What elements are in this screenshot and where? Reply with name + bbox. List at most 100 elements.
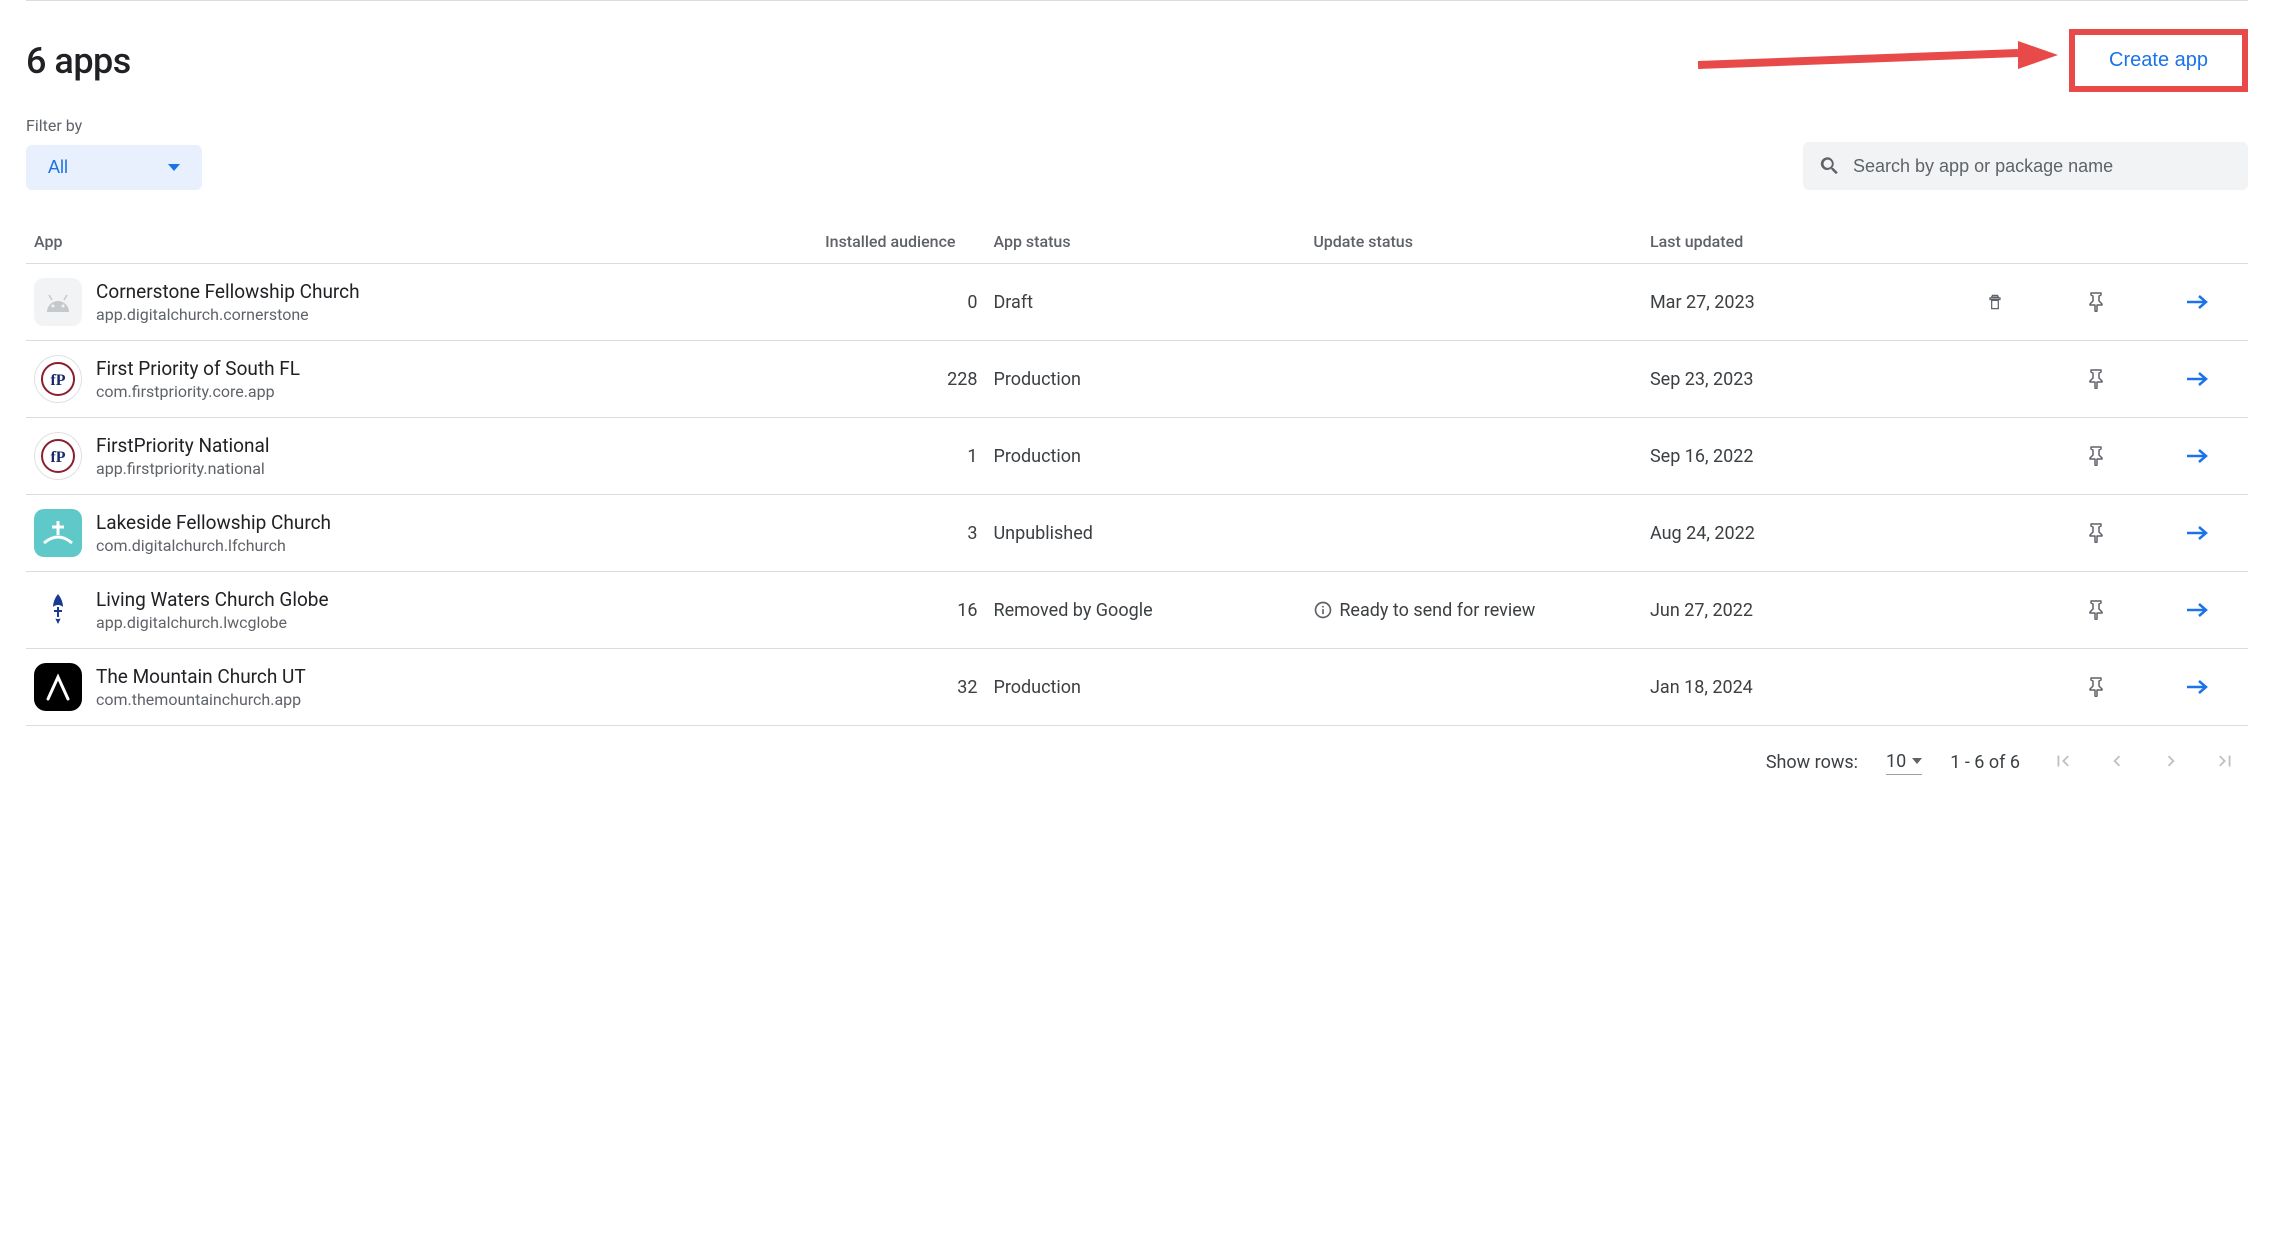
svg-text:fP: fP — [50, 449, 65, 466]
update-status-cell: Ready to send for review — [1305, 572, 1642, 649]
app-name: Lakeside Fellowship Church — [96, 511, 331, 534]
svg-text:fP: fP — [50, 372, 65, 389]
open-app-button[interactable] — [2179, 595, 2215, 625]
pin-button[interactable] — [2081, 671, 2111, 703]
update-status-cell — [1305, 649, 1642, 726]
pin-icon — [2087, 677, 2105, 697]
app-icon — [34, 278, 82, 326]
next-page-button[interactable] — [2156, 746, 2186, 779]
update-status-cell — [1305, 418, 1642, 495]
search-box[interactable] — [1803, 142, 2248, 190]
app-package: app.digitalchurch.lwcglobe — [96, 613, 329, 632]
installed-audience: 32 — [699, 649, 985, 726]
installed-audience: 0 — [699, 264, 985, 341]
app-icon: fP — [34, 432, 82, 480]
pin-button[interactable] — [2081, 517, 2111, 549]
col-header-update: Update status — [1305, 220, 1642, 264]
prev-page-button[interactable] — [2102, 746, 2132, 779]
open-app-button[interactable] — [2179, 287, 2215, 317]
open-app-button[interactable] — [2179, 518, 2215, 548]
app-status: Unpublished — [985, 495, 1305, 572]
last-updated: Jun 27, 2022 — [1642, 572, 1945, 649]
filter-search-row: Filter by All — [26, 116, 2248, 190]
filter-block: Filter by All — [26, 116, 202, 190]
chevron-left-icon — [2106, 750, 2128, 772]
last-updated: Mar 27, 2023 — [1642, 264, 1945, 341]
last-updated: Sep 16, 2022 — [1642, 418, 1945, 495]
col-header-app: App — [26, 220, 699, 264]
pin-icon — [2087, 446, 2105, 466]
app-name: The Mountain Church UT — [96, 665, 306, 688]
pin-icon — [2087, 600, 2105, 620]
arrow-right-icon — [2185, 678, 2209, 696]
app-package: app.firstpriority.national — [96, 459, 269, 478]
app-status: Removed by Google — [985, 572, 1305, 649]
last-page-icon — [2214, 750, 2236, 772]
app-package: com.firstpriority.core.app — [96, 382, 300, 401]
first-page-button[interactable] — [2048, 746, 2078, 779]
app-icon: fP — [34, 355, 82, 403]
arrow-right-icon — [2185, 293, 2209, 311]
col-header-status: App status — [985, 220, 1305, 264]
create-app-button[interactable]: Create app — [2069, 29, 2248, 92]
info-icon — [1313, 600, 1333, 620]
app-package: com.themountainchurch.app — [96, 690, 306, 709]
show-rows-label: Show rows: — [1766, 752, 1858, 773]
last-updated: Sep 23, 2023 — [1642, 341, 1945, 418]
page-title: 6 apps — [26, 40, 131, 82]
last-updated: Jan 18, 2024 — [1642, 649, 1945, 726]
pin-icon — [2087, 369, 2105, 389]
filter-selected-value: All — [48, 157, 68, 178]
pagination: Show rows: 10 1 - 6 of 6 — [26, 726, 2248, 799]
arrow-right-icon — [2185, 524, 2209, 542]
rows-value: 10 — [1886, 751, 1906, 772]
app-package: app.digitalchurch.cornerstone — [96, 305, 360, 324]
last-page-button[interactable] — [2210, 746, 2240, 779]
open-app-button[interactable] — [2179, 441, 2215, 471]
delete-button[interactable] — [1979, 286, 2011, 318]
col-header-updated: Last updated — [1642, 220, 1945, 264]
table-row: fPFirst Priority of South FLcom.firstpri… — [26, 341, 2248, 418]
trash-icon — [1985, 292, 2005, 312]
table-row: fP FirstPriority National app.firstpriorit… — [26, 418, 2248, 495]
app-status: Production — [985, 418, 1305, 495]
installed-audience: 1 — [699, 418, 985, 495]
app-package: com.digitalchurch.lfchurch — [96, 536, 331, 555]
first-page-icon — [2052, 750, 2074, 772]
pin-button[interactable] — [2081, 440, 2111, 472]
app-icon — [34, 586, 82, 634]
pin-button[interactable] — [2081, 594, 2111, 626]
pin-icon — [2087, 292, 2105, 312]
search-input[interactable] — [1853, 156, 2232, 177]
update-status-text: Ready to send for review — [1339, 600, 1535, 621]
pin-button[interactable] — [2081, 286, 2111, 318]
app-name: Living Waters Church Globe — [96, 588, 329, 611]
installed-audience: 3 — [699, 495, 985, 572]
filter-dropdown[interactable]: All — [26, 145, 202, 190]
app-status: Production — [985, 341, 1305, 418]
app-name: Cornerstone Fellowship Church — [96, 280, 360, 303]
pin-button[interactable] — [2081, 363, 2111, 395]
table-row: Cornerstone Fellowship Church app.digital… — [26, 264, 2248, 341]
last-updated: Aug 24, 2022 — [1642, 495, 1945, 572]
chevron-right-icon — [2160, 750, 2182, 772]
arrow-right-icon — [2185, 447, 2209, 465]
arrow-right-icon — [2185, 601, 2209, 619]
caret-down-icon — [168, 164, 180, 172]
open-app-button[interactable] — [2179, 364, 2215, 394]
table-row: Living Waters Church Globe app.digitalchu… — [26, 572, 2248, 649]
arrow-right-icon — [2185, 370, 2209, 388]
app-status: Production — [985, 649, 1305, 726]
table-row: Lakeside Fellowship Church com.digitalchu… — [26, 495, 2248, 572]
search-icon — [1819, 155, 1841, 177]
rows-per-page-select[interactable]: 10 — [1886, 751, 1922, 775]
table-row: The Mountain Church UT com.themountainchu… — [26, 649, 2248, 726]
app-name: FirstPriority National — [96, 434, 269, 457]
header-row: 6 apps Create app — [26, 29, 2248, 92]
pin-icon — [2087, 523, 2105, 543]
update-status-cell — [1305, 495, 1642, 572]
annotation-arrow — [1698, 41, 2058, 81]
apps-table: App Installed audience App status Update… — [26, 220, 2248, 726]
filter-label: Filter by — [26, 116, 202, 135]
open-app-button[interactable] — [2179, 672, 2215, 702]
